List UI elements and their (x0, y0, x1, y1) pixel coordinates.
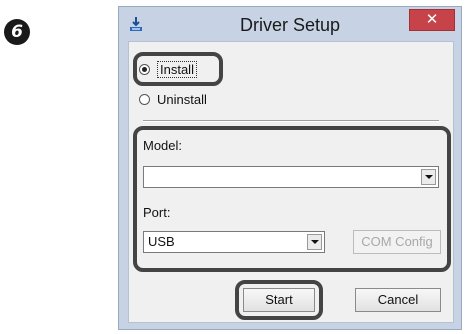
install-highlight-frame (133, 52, 223, 86)
uninstall-radio[interactable] (139, 93, 150, 105)
model-port-highlight-frame (133, 126, 451, 272)
dialog-body: Install Uninstall Model: Port: USB COM C… (128, 41, 454, 323)
close-button[interactable]: ✕ (409, 9, 455, 31)
uninstall-label: Uninstall (157, 91, 207, 107)
uninstall-radio-option[interactable]: Uninstall (139, 90, 207, 108)
driver-setup-window: Driver Setup ✕ Install Uninstall Model: … (118, 6, 462, 330)
cancel-button[interactable]: Cancel (355, 288, 441, 312)
step-number-badge: 6 (4, 19, 30, 45)
start-highlight-frame (235, 280, 323, 320)
title-bar[interactable]: Driver Setup ✕ (119, 7, 461, 41)
close-icon: ✕ (425, 11, 439, 28)
separator (143, 120, 439, 122)
